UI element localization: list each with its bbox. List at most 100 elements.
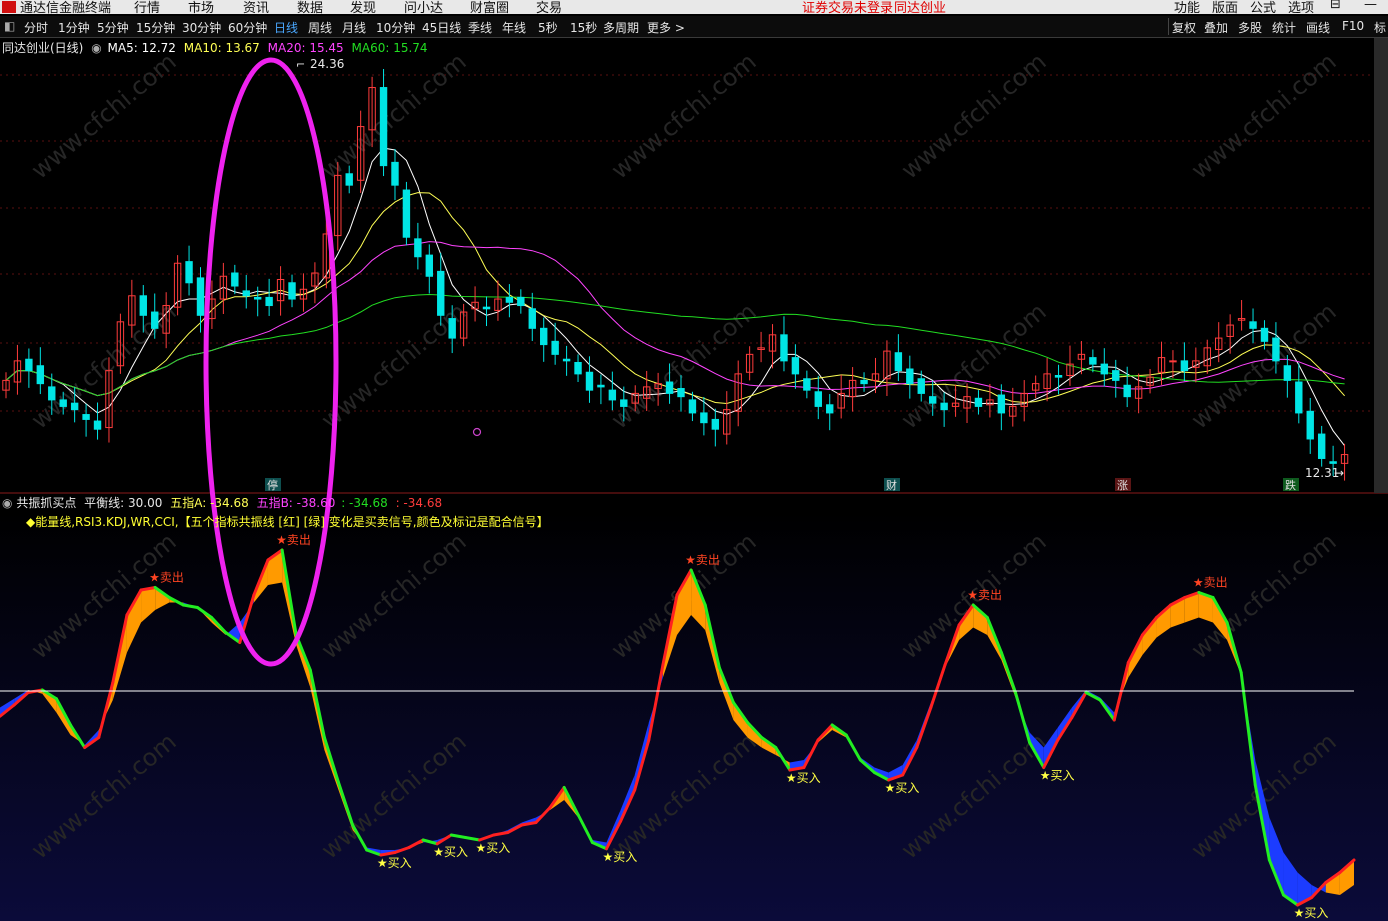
buy-signal-label: ★买入 (377, 856, 412, 870)
candle-body (917, 378, 925, 394)
legend-ma5: MA5: 12.72 (107, 41, 176, 55)
candle-body (253, 296, 262, 300)
event-marker-finance[interactable]: 财 (886, 478, 897, 492)
watermark-text: www.cfchi.com (316, 297, 472, 434)
candle-body (1100, 363, 1109, 375)
candle-body (803, 378, 811, 391)
candle-body (1169, 360, 1177, 363)
candle-body (391, 161, 399, 186)
candle-body (414, 238, 422, 258)
buy-signal-label: ★买入 (602, 850, 637, 864)
sell-signal-label: ★卖出 (967, 588, 1002, 602)
indicator-name: 共振抓买点 (16, 496, 77, 510)
candle-body (48, 386, 56, 401)
candle-body (528, 308, 536, 329)
candle-body (608, 389, 617, 401)
candle-body (688, 399, 697, 414)
candle-body (860, 379, 868, 385)
candle-body (1317, 433, 1326, 459)
indicator-legend: ◉ 共振抓买点 平衡线: 30.00 五指A: -34.68 五指B: -38.… (2, 494, 442, 511)
event-marker-up[interactable]: 涨 (1117, 479, 1128, 492)
candle-body (1272, 337, 1280, 362)
candle-body (93, 420, 102, 430)
max-price-value: 24.36 (310, 57, 344, 71)
candle-body (826, 404, 834, 414)
candle-body (231, 272, 239, 287)
candle-body (551, 340, 559, 355)
candle-body (711, 418, 720, 430)
candle-body (665, 381, 674, 394)
candle-body (974, 397, 983, 407)
candle-body (448, 318, 456, 339)
candle-body (70, 402, 79, 411)
buy-signal-label: ★买入 (1040, 769, 1075, 783)
legend-settings-icon[interactable]: ◉ (91, 41, 101, 55)
buy-signal-label: ★买入 (885, 781, 920, 795)
candle-body (25, 358, 33, 372)
buy-signal-label: ★买入 (1294, 906, 1329, 920)
candle-body (780, 334, 788, 362)
legend-ma60: MA60: 15.74 (351, 41, 428, 55)
main-chart-legend: 同达创业(日线) ◉ MA5: 12.72 MA10: 13.67 MA20: … (2, 39, 428, 56)
sell-signal-label: ★卖出 (149, 571, 184, 585)
watermark-text: www.cfchi.com (26, 47, 182, 184)
stock-chart-canvas[interactable]: www.cfchi.com www.cfchi.com www.cfchi.com w… (0, 0, 1388, 921)
indicator-settings-icon[interactable]: ◉ (2, 496, 12, 510)
candle-body (562, 358, 571, 362)
sell-signal-label: ★卖出 (276, 533, 311, 547)
candle-body (940, 402, 948, 411)
candle-body (1054, 375, 1063, 378)
candle-body (906, 368, 914, 385)
candle-body (402, 189, 411, 238)
sell-signal-label: ★卖出 (1193, 576, 1228, 590)
candle-body (1112, 370, 1120, 381)
event-marker-halt[interactable]: 停 (267, 478, 278, 492)
candle-body (928, 396, 937, 404)
stock-title: 同达创业(日线) (2, 41, 84, 55)
candle-body (82, 414, 90, 420)
candle-body (585, 371, 594, 391)
marker-circle-icon (472, 427, 482, 437)
indicator-a-value: 五指A: -34.68 (170, 496, 249, 510)
candle-body (574, 361, 582, 375)
candle-body (540, 327, 548, 346)
indicator-d-value: : -34.68 (395, 496, 443, 510)
candle-body (517, 296, 525, 307)
main-scrollbar[interactable] (1374, 38, 1388, 493)
candle-body (997, 394, 1006, 414)
watermark-text: www.cfchi.com (606, 47, 762, 184)
candle-body (196, 277, 205, 316)
legend-ma20: MA20: 15.45 (267, 41, 344, 55)
candle-body (620, 399, 628, 407)
candle-body (185, 261, 193, 284)
watermark-text: www.cfchi.com (896, 47, 1052, 184)
candle-body (1249, 321, 1257, 329)
candle-body (139, 295, 147, 316)
candle-body (345, 173, 353, 186)
candle-body (1180, 360, 1189, 372)
event-marker-down[interactable]: 跌 (1285, 478, 1296, 492)
buy-signal-label: ★买入 (476, 841, 511, 855)
indicator-balance: 平衡线: 30.00 (84, 496, 163, 510)
buy-signal-label: ★买入 (786, 771, 821, 785)
candle-body (1329, 461, 1337, 464)
candle-body (425, 254, 434, 277)
candle-body (242, 290, 250, 297)
legend-ma10: MA10: 13.67 (183, 41, 260, 55)
candle-body (379, 87, 388, 167)
candle-body (791, 357, 800, 375)
candle-body (1260, 327, 1269, 342)
candle-body (700, 412, 708, 424)
candle-body (1089, 357, 1097, 365)
candle-body (1283, 365, 1292, 381)
min-price-arrow-icon: → (1334, 466, 1344, 480)
indicator-c-value: : -34.68 (341, 496, 388, 510)
sell-signal-label: ★卖出 (685, 553, 720, 567)
indicator-b-value: 五指B: -38.60 (256, 496, 336, 510)
candle-body (288, 282, 296, 300)
candle-body (151, 311, 159, 329)
candle-body (894, 352, 903, 372)
candle-body (1306, 410, 1314, 440)
candle-body (1295, 381, 1303, 414)
candle-body (505, 296, 514, 303)
